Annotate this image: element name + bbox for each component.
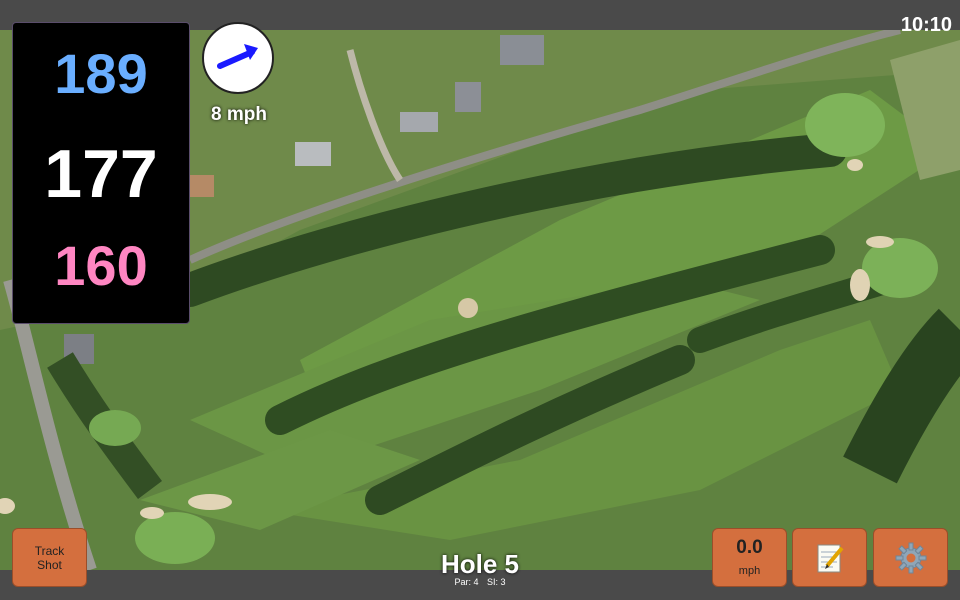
hole-info: Par: 4 SI: 3 [380, 577, 580, 587]
hole-par: Par: 4 [454, 577, 479, 587]
track-shot-button[interactable]: Track Shot [12, 528, 87, 587]
back-yardage: 189 [54, 42, 148, 105]
hole-stroke-index: SI: 3 [487, 577, 506, 587]
hole-title: Hole 5 [440, 549, 520, 579]
scorecard-button[interactable] [792, 528, 867, 587]
clock: 10:10 [900, 14, 952, 36]
notepad-icon [817, 544, 844, 572]
middle-yardage: 177 [44, 136, 158, 212]
wind-speed-unit: mph [738, 565, 761, 577]
wind-speed-label: 8 mph [211, 104, 267, 125]
track-shot-label-line2: Shot [37, 557, 62, 572]
yardage-panel: 189 177 160 [12, 22, 190, 324]
settings-button[interactable] [873, 528, 948, 587]
track-shot-label-line1: Track [34, 543, 65, 558]
gear-icon [895, 542, 926, 573]
arrow-icon [217, 44, 258, 69]
wind-speed-value: 0.0 [736, 537, 763, 558]
front-yardage: 160 [54, 234, 148, 297]
wind-direction-indicator [202, 22, 274, 94]
wind-speed-button[interactable]: 0.0 mph [712, 528, 787, 587]
